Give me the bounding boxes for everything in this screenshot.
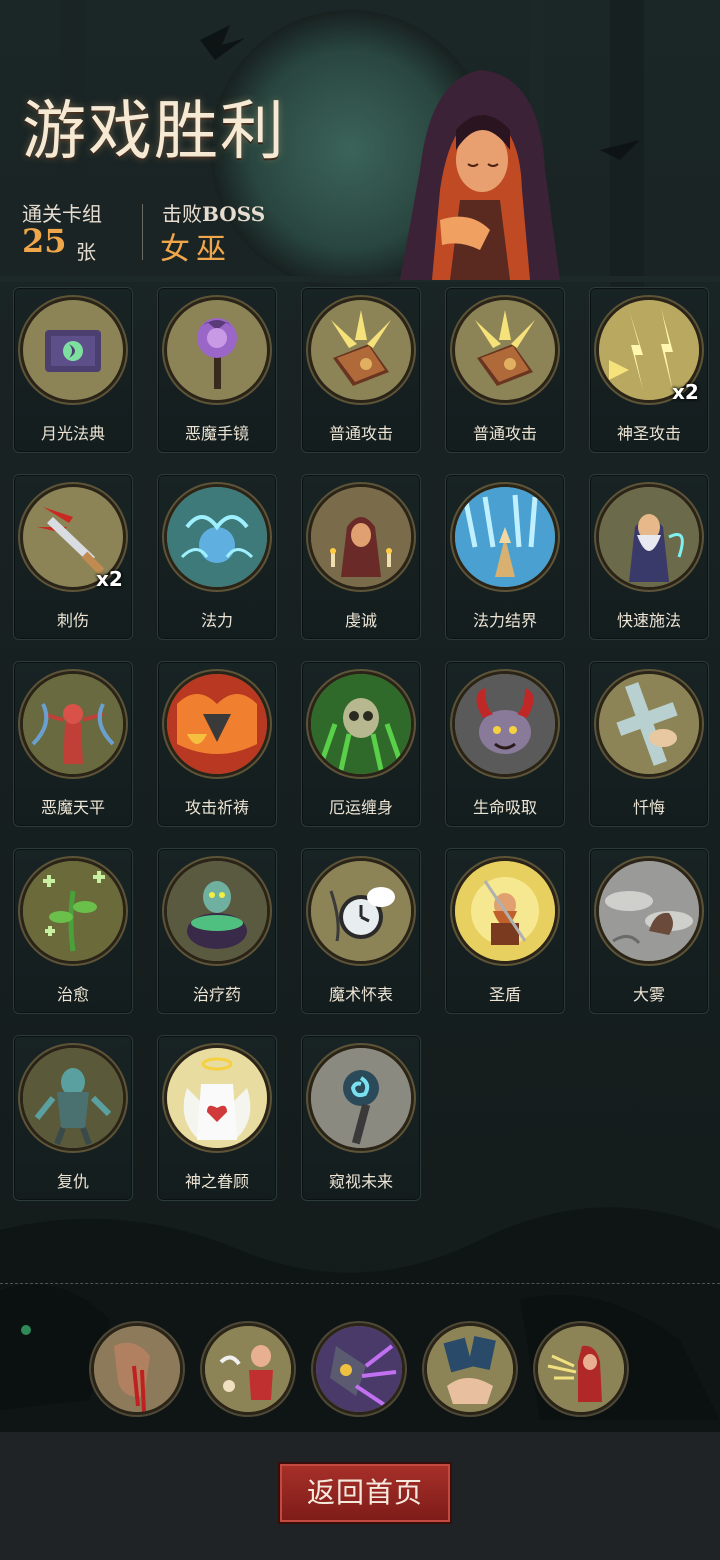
deck-card[interactable]: 普通攻击	[301, 287, 421, 453]
healing-plant-icon	[23, 861, 123, 961]
wizard-cast-icon	[599, 487, 699, 587]
holy-cross-icon	[599, 674, 699, 774]
card-name: 窥视未来	[328, 1172, 393, 1191]
card-name: 治愈	[56, 985, 89, 1004]
seer-staff-icon	[311, 1048, 411, 1148]
card-multiplier-badge: x2	[672, 380, 699, 404]
card-name: 恶魔天平	[40, 798, 105, 817]
card-name: 法力	[200, 611, 233, 630]
deck-card[interactable]: 神之眷顾	[157, 1035, 277, 1201]
deck-card[interactable]: 月光法典	[13, 287, 133, 453]
card-name: 快速施法	[616, 611, 681, 630]
card-name: 复仇	[56, 1172, 89, 1191]
deck-card-grid: 月光法典 恶魔手镜 普通攻击 普通攻击 神圣攻击 x2 刺伤 x2 法力 虔诚 法力结界 快速施法恶魔…	[0, 0, 720, 1210]
deck-card[interactable]: 厄运缠身	[301, 661, 421, 827]
deck-card[interactable]: 恶魔天平	[13, 661, 133, 827]
bleeding-hand-icon[interactable]	[94, 1326, 180, 1412]
deck-card[interactable]: 窥视未来	[301, 1035, 421, 1201]
card-name: 攻击祈祷	[184, 798, 249, 817]
praying-monk-icon	[311, 487, 411, 587]
deck-card[interactable]: 神圣攻击 x2	[589, 287, 709, 453]
card-name: 忏悔	[632, 798, 665, 817]
spellbook-strike-icon	[311, 300, 411, 400]
deck-card[interactable]: 法力结界	[445, 474, 565, 640]
card-multiplier-badge: x2	[96, 567, 123, 591]
spellbook-strike-icon	[455, 300, 555, 400]
deck-card[interactable]: 生命吸取	[445, 661, 565, 827]
card-name: 治疗药	[192, 985, 241, 1004]
demon-scale-icon	[23, 674, 123, 774]
horned-demon-icon	[455, 674, 555, 774]
deck-card[interactable]: 治愈	[13, 848, 133, 1014]
deck-card[interactable]: 攻击祈祷	[157, 661, 277, 827]
card-name: 月光法典	[40, 424, 105, 443]
victory-screen: 游戏胜利 通关卡组 25 张 击败BOSS 女巫 月光法典 恶魔手镜 普通攻击 普通攻…	[0, 0, 720, 1560]
demon-mirror-icon	[167, 300, 267, 400]
fog-beast-icon	[599, 861, 699, 961]
moonlight-tome-icon	[23, 300, 123, 400]
deck-card[interactable]: 复仇	[13, 1035, 133, 1201]
card-name: 厄运缠身	[328, 798, 393, 817]
deck-card[interactable]: 虔诚	[301, 474, 421, 640]
deck-card[interactable]: 快速施法	[589, 474, 709, 640]
card-name: 法力结界	[472, 611, 537, 630]
pocket-watch-icon	[311, 861, 411, 961]
card-name: 生命吸取	[472, 798, 537, 817]
deck-card[interactable]: 治疗药	[157, 848, 277, 1014]
arcane-gauntlet-icon[interactable]	[316, 1326, 402, 1412]
mana-barrier-icon	[455, 487, 555, 587]
card-name: 魔术怀表	[328, 985, 393, 1004]
card-name: 神圣攻击	[616, 424, 681, 443]
fiery-prayer-icon	[167, 674, 267, 774]
deck-card[interactable]: 普通攻击	[445, 287, 565, 453]
card-name: 普通攻击	[472, 424, 537, 443]
card-name: 圣盾	[488, 985, 521, 1004]
deck-card[interactable]: 法力	[157, 474, 277, 640]
holy-shield-dwarf-icon	[455, 861, 555, 961]
return-home-button[interactable]: 返回首页	[278, 1462, 452, 1524]
card-name: 恶魔手镜	[184, 424, 249, 443]
card-name: 刺伤	[56, 611, 89, 630]
deck-card[interactable]: 刺伤 x2	[13, 474, 133, 640]
red-hood-mage-icon[interactable]	[538, 1326, 624, 1412]
mana-orb-icon	[167, 487, 267, 587]
cursed-skull-icon	[311, 674, 411, 774]
card-hand-icon[interactable]	[427, 1326, 513, 1412]
potion-cauldron-icon	[167, 861, 267, 961]
card-name: 虔诚	[344, 611, 377, 630]
zombie-avenger-icon	[23, 1048, 123, 1148]
deck-card[interactable]: 魔术怀表	[301, 848, 421, 1014]
deck-card[interactable]: 圣盾	[445, 848, 565, 1014]
deck-card[interactable]: 忏悔	[589, 661, 709, 827]
bard-girl-icon[interactable]	[205, 1326, 291, 1412]
card-name: 普通攻击	[328, 424, 393, 443]
relic-divider	[0, 1283, 720, 1284]
angel-heart-icon	[167, 1048, 267, 1148]
deck-card[interactable]: 大雾	[589, 848, 709, 1014]
card-name: 大雾	[632, 985, 665, 1004]
card-name: 神之眷顾	[184, 1172, 249, 1191]
deck-card[interactable]: 恶魔手镜	[157, 287, 277, 453]
